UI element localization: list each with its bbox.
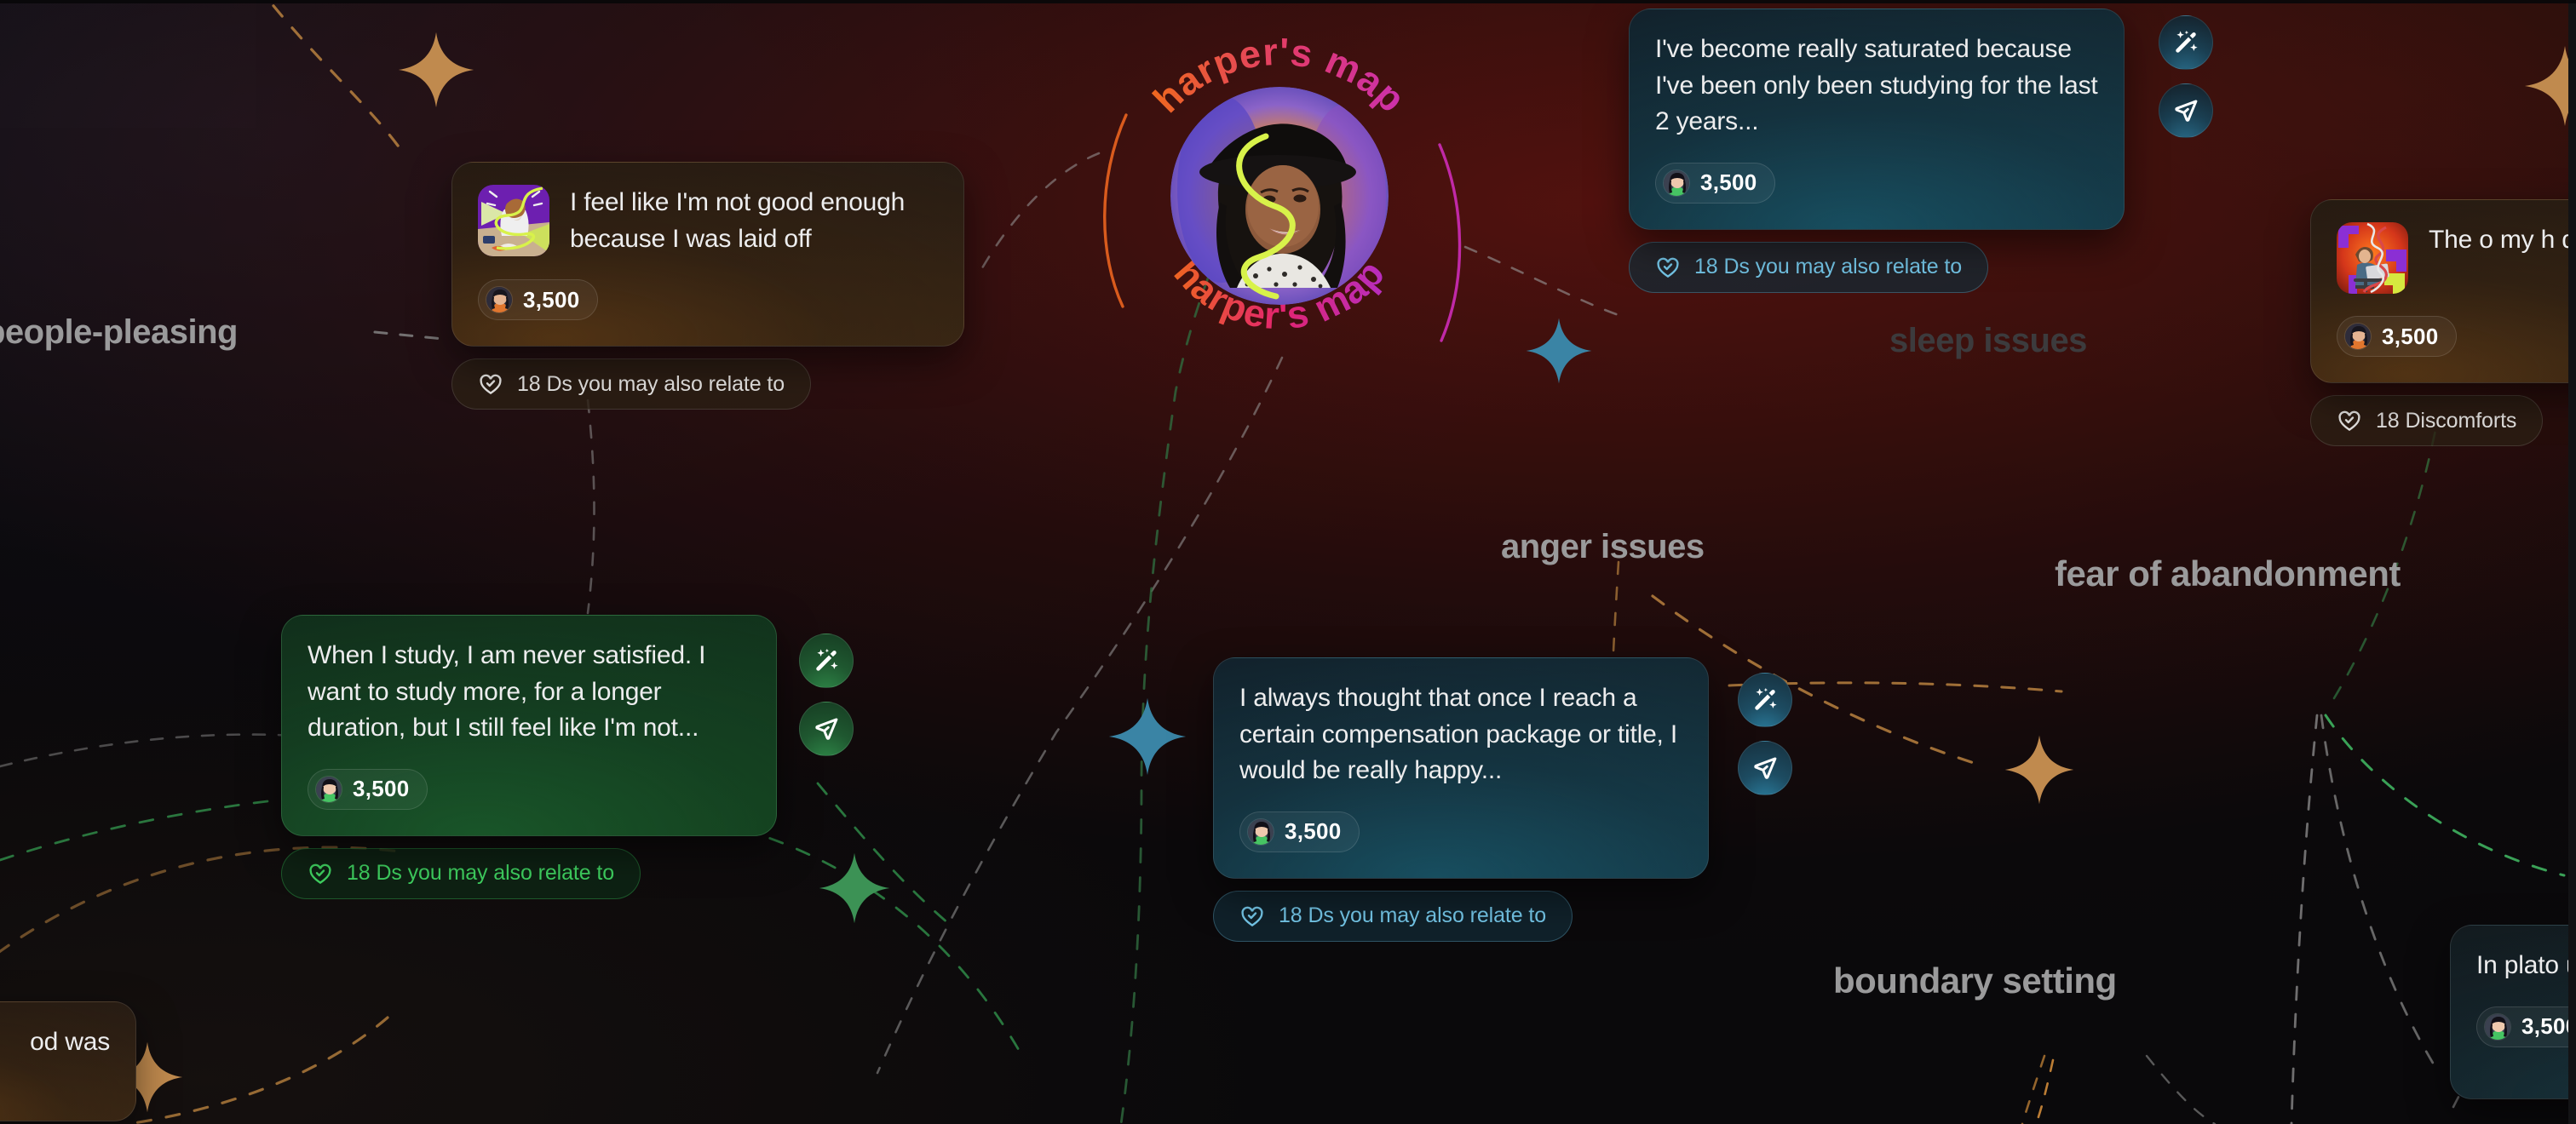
magic-wand-button[interactable] (2159, 15, 2213, 70)
card-body[interactable]: I feel like I'm not good enough because … (451, 162, 964, 347)
relate-button[interactable]: 18 Ds you may also relate to (281, 847, 641, 899)
map-card-never-satisfied[interactable]: When I study, I am never satisfied. I wa… (281, 615, 777, 899)
avatar-icon (315, 775, 342, 803)
avatar-icon (1247, 817, 1274, 846)
card-quote-text: I've become really saturated because I'v… (1655, 35, 2098, 136)
sparkle-star-green (818, 852, 891, 925)
map-card-saturated[interactable]: I've become really saturated because I'v… (1629, 9, 2125, 293)
card-body[interactable]: The o my h diffic focus 3,500 (2310, 199, 2576, 383)
sparkle-star-amber-top-right (2523, 44, 2576, 128)
sparkle-star-blue-upper (1525, 317, 1593, 385)
avatar-icon (486, 286, 513, 314)
magic-wand-icon (1755, 687, 1777, 710)
card-quote-text: When I study, I am never satisfied. I wa… (308, 641, 706, 743)
relate-button[interactable]: 18 Ds you may also relate to (1629, 241, 1989, 293)
topic-label-fear-of-abandonment[interactable]: fear of abandonment (2055, 553, 2401, 594)
card-quote-text: I feel like I'm not good enough because … (570, 188, 906, 253)
relate-button-label: 18 Ds you may also relate to (1694, 255, 1963, 279)
heart-check-icon (309, 863, 331, 884)
relate-count-badge[interactable]: 3,500 (1239, 811, 1360, 852)
map-card-compensation[interactable]: I always thought that once I reach a cer… (1213, 657, 1709, 942)
relate-button[interactable]: 18 Ds you may also relate to (1213, 890, 1573, 942)
relate-button-label: 18 Ds you may also relate to (517, 371, 785, 396)
relate-count-value: 3,500 (353, 776, 410, 802)
topic-label-anger-issues[interactable]: anger issues (1501, 528, 1705, 566)
relate-button-label: 18 Ds you may also relate to (1279, 903, 1547, 928)
map-card-laid-off[interactable]: I feel like I'm not good enough because … (451, 162, 964, 410)
heart-check-icon (480, 374, 502, 395)
top-edge-gutter (0, 0, 2576, 3)
card-body[interactable]: In plato unable make a 3,500 (2450, 925, 2576, 1099)
thumbnail-crying-at-desk (478, 185, 549, 256)
relate-button[interactable]: 18 Discomforts (2310, 395, 2544, 446)
topic-label-boundary-setting[interactable]: boundary setting (1833, 961, 2117, 1001)
card-body[interactable]: od was (0, 1001, 136, 1121)
center-profile-node[interactable]: harper's map harper's map (1101, 17, 1458, 375)
send-icon (1754, 757, 1777, 779)
card-quote-text: od was (30, 1028, 110, 1056)
sparkle-star-amber-mid-right (2004, 734, 2075, 806)
avatar-icon (2344, 323, 2372, 350)
avatar-icon (1663, 169, 1690, 197)
magic-wand-button[interactable] (799, 634, 854, 688)
relate-count-value: 3,500 (523, 286, 580, 313)
relate-count-badge[interactable]: 3,500 (478, 279, 598, 321)
map-card-bottom-left[interactable]: od was (0, 1001, 136, 1121)
topic-label-sleep-issues[interactable]: sleep issues (1889, 322, 2087, 360)
send-icon (2175, 100, 2198, 122)
card-body[interactable]: I always thought that once I reach a cer… (1213, 657, 1709, 879)
send-button[interactable] (1738, 741, 1792, 795)
heart-check-icon (1657, 257, 1679, 278)
send-icon (815, 718, 838, 740)
card-actions-never-satisfied[interactable] (799, 634, 854, 756)
relate-count-badge[interactable]: 3,500 (2476, 1006, 2576, 1047)
card-actions-compensation[interactable] (1738, 673, 1792, 795)
card-quote-text: I always thought that once I reach a cer… (1239, 684, 1677, 785)
magic-wand-icon (2176, 30, 2198, 53)
card-actions-saturated[interactable] (2159, 15, 2213, 138)
map-canvas[interactable]: people-pleasing anger issues fear of aba… (0, 0, 2576, 1124)
avatar-icon (2484, 1012, 2511, 1041)
relate-count-value: 3,500 (2521, 1013, 2576, 1040)
relate-button-label: 18 Discomforts (2376, 408, 2517, 433)
send-button[interactable] (799, 702, 854, 756)
relate-button[interactable]: 18 Ds you may also relate to (451, 358, 812, 410)
relate-count-badge[interactable]: 3,500 (2337, 316, 2457, 357)
magic-wand-button[interactable] (1738, 673, 1792, 727)
sparkle-star-amber-top-left (397, 31, 475, 109)
card-body[interactable]: When I study, I am never satisfied. I wa… (281, 615, 777, 836)
heart-check-icon (1241, 906, 1263, 926)
send-button[interactable] (2159, 83, 2213, 138)
relate-count-value: 3,500 (2382, 323, 2439, 349)
sparkle-star-blue-center (1107, 697, 1187, 777)
heart-check-icon (2338, 410, 2360, 432)
relate-count-badge[interactable]: 3,500 (308, 768, 428, 810)
noise-overlay (0, 0, 256, 128)
magic-wand-icon (816, 648, 838, 671)
card-quote-text: In plato unable make a (2476, 951, 2576, 979)
card-quote-text: The o my h diffic focus (2429, 226, 2576, 254)
map-card-plateau[interactable]: In plato unable make a 3,500 (2450, 925, 2576, 1099)
profile-avatar-image[interactable] (1170, 87, 1389, 305)
relate-count-value: 3,500 (1285, 818, 1342, 845)
map-card-overwhelm[interactable]: The o my h diffic focus 3,500 (2310, 199, 2576, 446)
relate-count-badge[interactable]: 3,500 (1655, 162, 1775, 204)
relate-count-value: 3,500 (1700, 169, 1757, 196)
card-body[interactable]: I've become really saturated because I'v… (1629, 9, 2125, 230)
relate-button-label: 18 Ds you may also relate to (347, 861, 615, 886)
thumbnail-laptop-chair (2337, 222, 2408, 294)
topic-label-people-pleasing[interactable]: people-pleasing (0, 313, 239, 352)
